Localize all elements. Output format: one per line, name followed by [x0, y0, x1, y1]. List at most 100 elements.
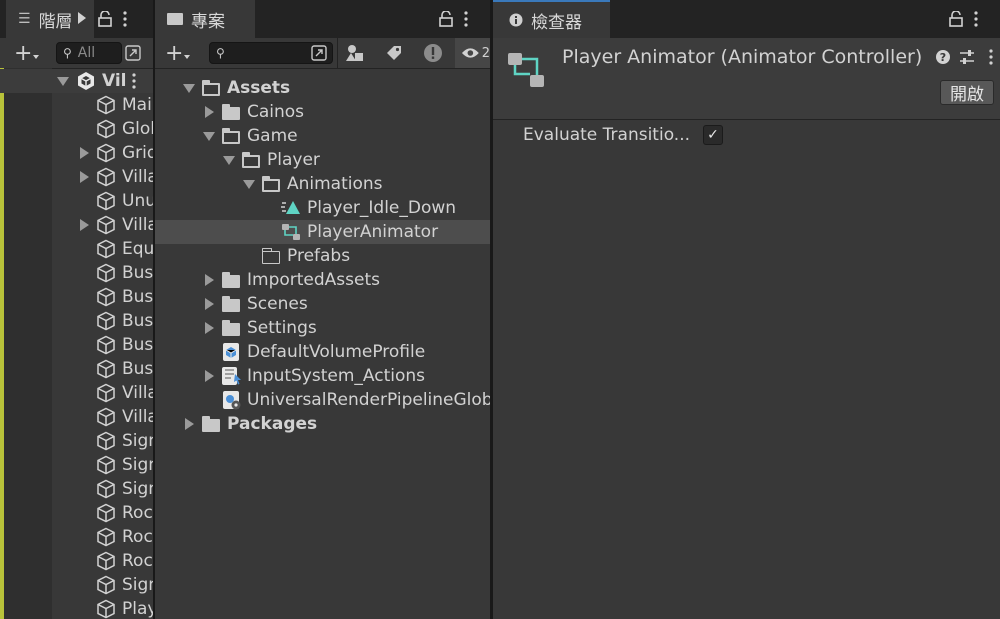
create-button[interactable]: +	[165, 41, 183, 66]
add-button[interactable]: +	[14, 41, 32, 66]
project-item[interactable]: InputSystem_Actions	[155, 364, 490, 388]
project-item[interactable]: Settings	[155, 316, 490, 340]
collapse-arrow-icon[interactable]	[183, 84, 195, 93]
project-item[interactable]: Game	[155, 124, 490, 148]
project-item[interactable]: Scenes	[155, 292, 490, 316]
more-options-icon[interactable]	[122, 11, 128, 27]
hierarchy-item[interactable]: Bus	[0, 357, 153, 381]
filter-by-label-icon[interactable]	[385, 44, 403, 62]
hierarchy-item[interactable]: Villa	[0, 381, 153, 405]
hierarchy-item[interactable]: Sign	[0, 429, 153, 453]
hierarchy-item[interactable]: Sign	[0, 477, 153, 501]
scene-menu-icon[interactable]	[131, 73, 137, 89]
open-button[interactable]: 開啟	[940, 80, 994, 105]
lock-icon[interactable]	[439, 11, 453, 27]
hierarchy-item-label: Grid	[122, 143, 153, 163]
hierarchy-item[interactable]: Roc	[0, 549, 153, 573]
project-item[interactable]: Animations	[155, 172, 490, 196]
scene-row[interactable]: Vil	[0, 69, 153, 93]
property-row: Evaluate Transitio... ✓	[493, 122, 1000, 148]
project-item-label: PlayerAnimator	[307, 222, 439, 242]
expand-arrow-icon[interactable]	[205, 322, 214, 334]
project-item[interactable]: UniversalRenderPipelineGlobalSettings	[155, 388, 490, 412]
tab-project[interactable]: 專案	[155, 0, 255, 38]
filter-by-type-icon[interactable]	[345, 44, 365, 62]
property-label: Evaluate Transitio...	[523, 125, 691, 145]
project-item[interactable]: Assets	[155, 76, 490, 100]
gameobject-cube-icon	[97, 455, 115, 475]
hierarchy-item-label: Unu	[122, 191, 153, 211]
more-options-icon[interactable]	[463, 11, 469, 27]
hierarchy-item[interactable]: Glol	[0, 117, 153, 141]
hierarchy-item[interactable]: Bus	[0, 309, 153, 333]
expand-arrow-icon[interactable]	[80, 219, 89, 231]
expand-arrow-icon[interactable]	[185, 418, 194, 430]
project-item-label: Prefabs	[287, 246, 351, 266]
lock-icon[interactable]	[98, 11, 112, 27]
gameobject-cube-icon	[97, 575, 115, 595]
folder-open-icon	[262, 176, 280, 192]
component-menu-icon[interactable]	[988, 49, 994, 65]
input-actions-icon	[222, 367, 241, 385]
project-toolbar: + ⚲ 2	[155, 38, 490, 69]
add-dropdown-icon[interactable]	[33, 55, 39, 59]
expand-arrow-icon[interactable]	[80, 171, 89, 183]
collapse-arrow-icon[interactable]	[223, 156, 235, 165]
hierarchy-item-label: Sign	[122, 455, 153, 475]
hierarchy-item[interactable]: Sign	[0, 453, 153, 477]
project-item[interactable]: PlayerAnimator	[155, 220, 490, 244]
project-item[interactable]: Cainos	[155, 100, 490, 124]
project-item[interactable]: Player_Idle_Down	[155, 196, 490, 220]
expand-arrow-icon[interactable]	[205, 298, 214, 310]
hierarchy-item[interactable]: Villa	[0, 405, 153, 429]
project-item-label: Cainos	[247, 102, 305, 122]
more-options-icon[interactable]	[973, 11, 979, 27]
expand-arrow-icon[interactable]	[57, 77, 69, 86]
create-dropdown-icon[interactable]	[184, 55, 190, 59]
project-item[interactable]: DefaultVolumeProfile	[155, 340, 490, 364]
scene-search-mode-icon[interactable]	[125, 45, 141, 61]
hierarchy-item[interactable]: Bus	[0, 285, 153, 309]
hierarchy-search-input[interactable]: ⚲ All	[56, 42, 122, 64]
project-item-label: Settings	[247, 318, 317, 338]
hierarchy-item[interactable]: Bus	[0, 333, 153, 357]
hierarchy-item-label: Sign	[122, 575, 153, 595]
expand-arrow-icon[interactable]	[205, 370, 214, 382]
project-item[interactable]: Prefabs	[155, 244, 490, 268]
lock-icon[interactable]	[949, 11, 963, 27]
collapse-arrow-icon[interactable]	[203, 132, 215, 141]
inspector-header: Player Animator (Animator Controller) ? …	[493, 38, 1000, 120]
hierarchy-item[interactable]: Play	[0, 597, 153, 619]
tab-inspector[interactable]: 檢查器	[493, 0, 610, 38]
hierarchy-item-label: Sign	[122, 479, 153, 499]
project-item[interactable]: ImportedAssets	[155, 268, 490, 292]
expand-arrow-icon[interactable]	[205, 274, 214, 286]
hierarchy-item[interactable]: Equ	[0, 237, 153, 261]
preset-settings-icon[interactable]	[959, 49, 975, 65]
tab-overflow-icon[interactable]	[78, 12, 86, 24]
help-icon[interactable]: ?	[936, 50, 950, 64]
folder-icon	[222, 104, 240, 120]
hierarchy-item[interactable]: Unu	[0, 189, 153, 213]
gameobject-cube-icon	[97, 311, 115, 331]
hierarchy-item-label: Bus	[122, 263, 153, 283]
log-warnings-icon[interactable]	[423, 43, 443, 63]
hierarchy-item[interactable]: Roc	[0, 525, 153, 549]
expand-arrow-icon[interactable]	[80, 147, 89, 159]
expand-arrow-icon[interactable]	[205, 106, 214, 118]
project-item[interactable]: Player	[155, 148, 490, 172]
hierarchy-item[interactable]: Roc	[0, 501, 153, 525]
project-item[interactable]: Packages	[155, 412, 490, 436]
hierarchy-item[interactable]: Villa	[0, 165, 153, 189]
hidden-packages-toggle[interactable]: 2	[455, 38, 490, 68]
search-scope-icon[interactable]	[311, 45, 327, 61]
evaluate-transitions-checkbox[interactable]: ✓	[703, 125, 723, 145]
hierarchy-list-icon: ☰	[18, 11, 31, 27]
gameobject-cube-icon	[97, 359, 115, 379]
collapse-arrow-icon[interactable]	[243, 180, 255, 189]
hierarchy-item[interactable]: Villa	[0, 213, 153, 237]
hierarchy-item[interactable]: Mai	[0, 93, 153, 117]
hierarchy-item[interactable]: Grid	[0, 141, 153, 165]
hierarchy-item[interactable]: Bus	[0, 261, 153, 285]
hierarchy-item[interactable]: Sign	[0, 573, 153, 597]
